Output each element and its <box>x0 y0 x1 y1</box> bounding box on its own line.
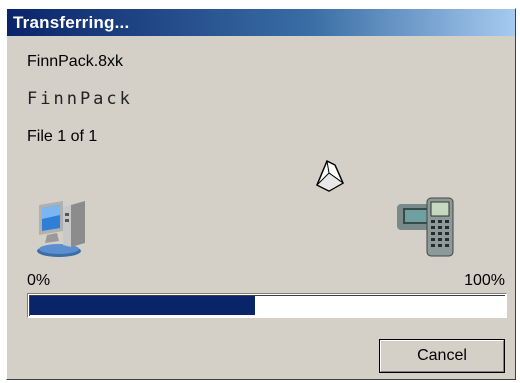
app-name: FinnPack <box>27 89 133 109</box>
progress-bar <box>27 293 507 318</box>
progress-min-label: 0% <box>27 272 51 289</box>
progress-max-label: 100% <box>464 272 505 289</box>
cancel-button[interactable]: Cancel <box>379 339 505 373</box>
computer-icon <box>33 197 93 259</box>
file-count: File 1 of 1 <box>27 128 98 145</box>
title-bar[interactable]: Transferring... <box>7 9 515 36</box>
file-name: FinnPack.8xk <box>27 53 124 70</box>
calculator-icon <box>395 194 455 258</box>
paper-icon <box>313 159 345 195</box>
transfer-dialog: Transferring... FinnPack.8xk FinnPack Fi… <box>6 8 516 380</box>
progress-fill <box>30 296 255 315</box>
cancel-button-label: Cancel <box>380 340 504 372</box>
